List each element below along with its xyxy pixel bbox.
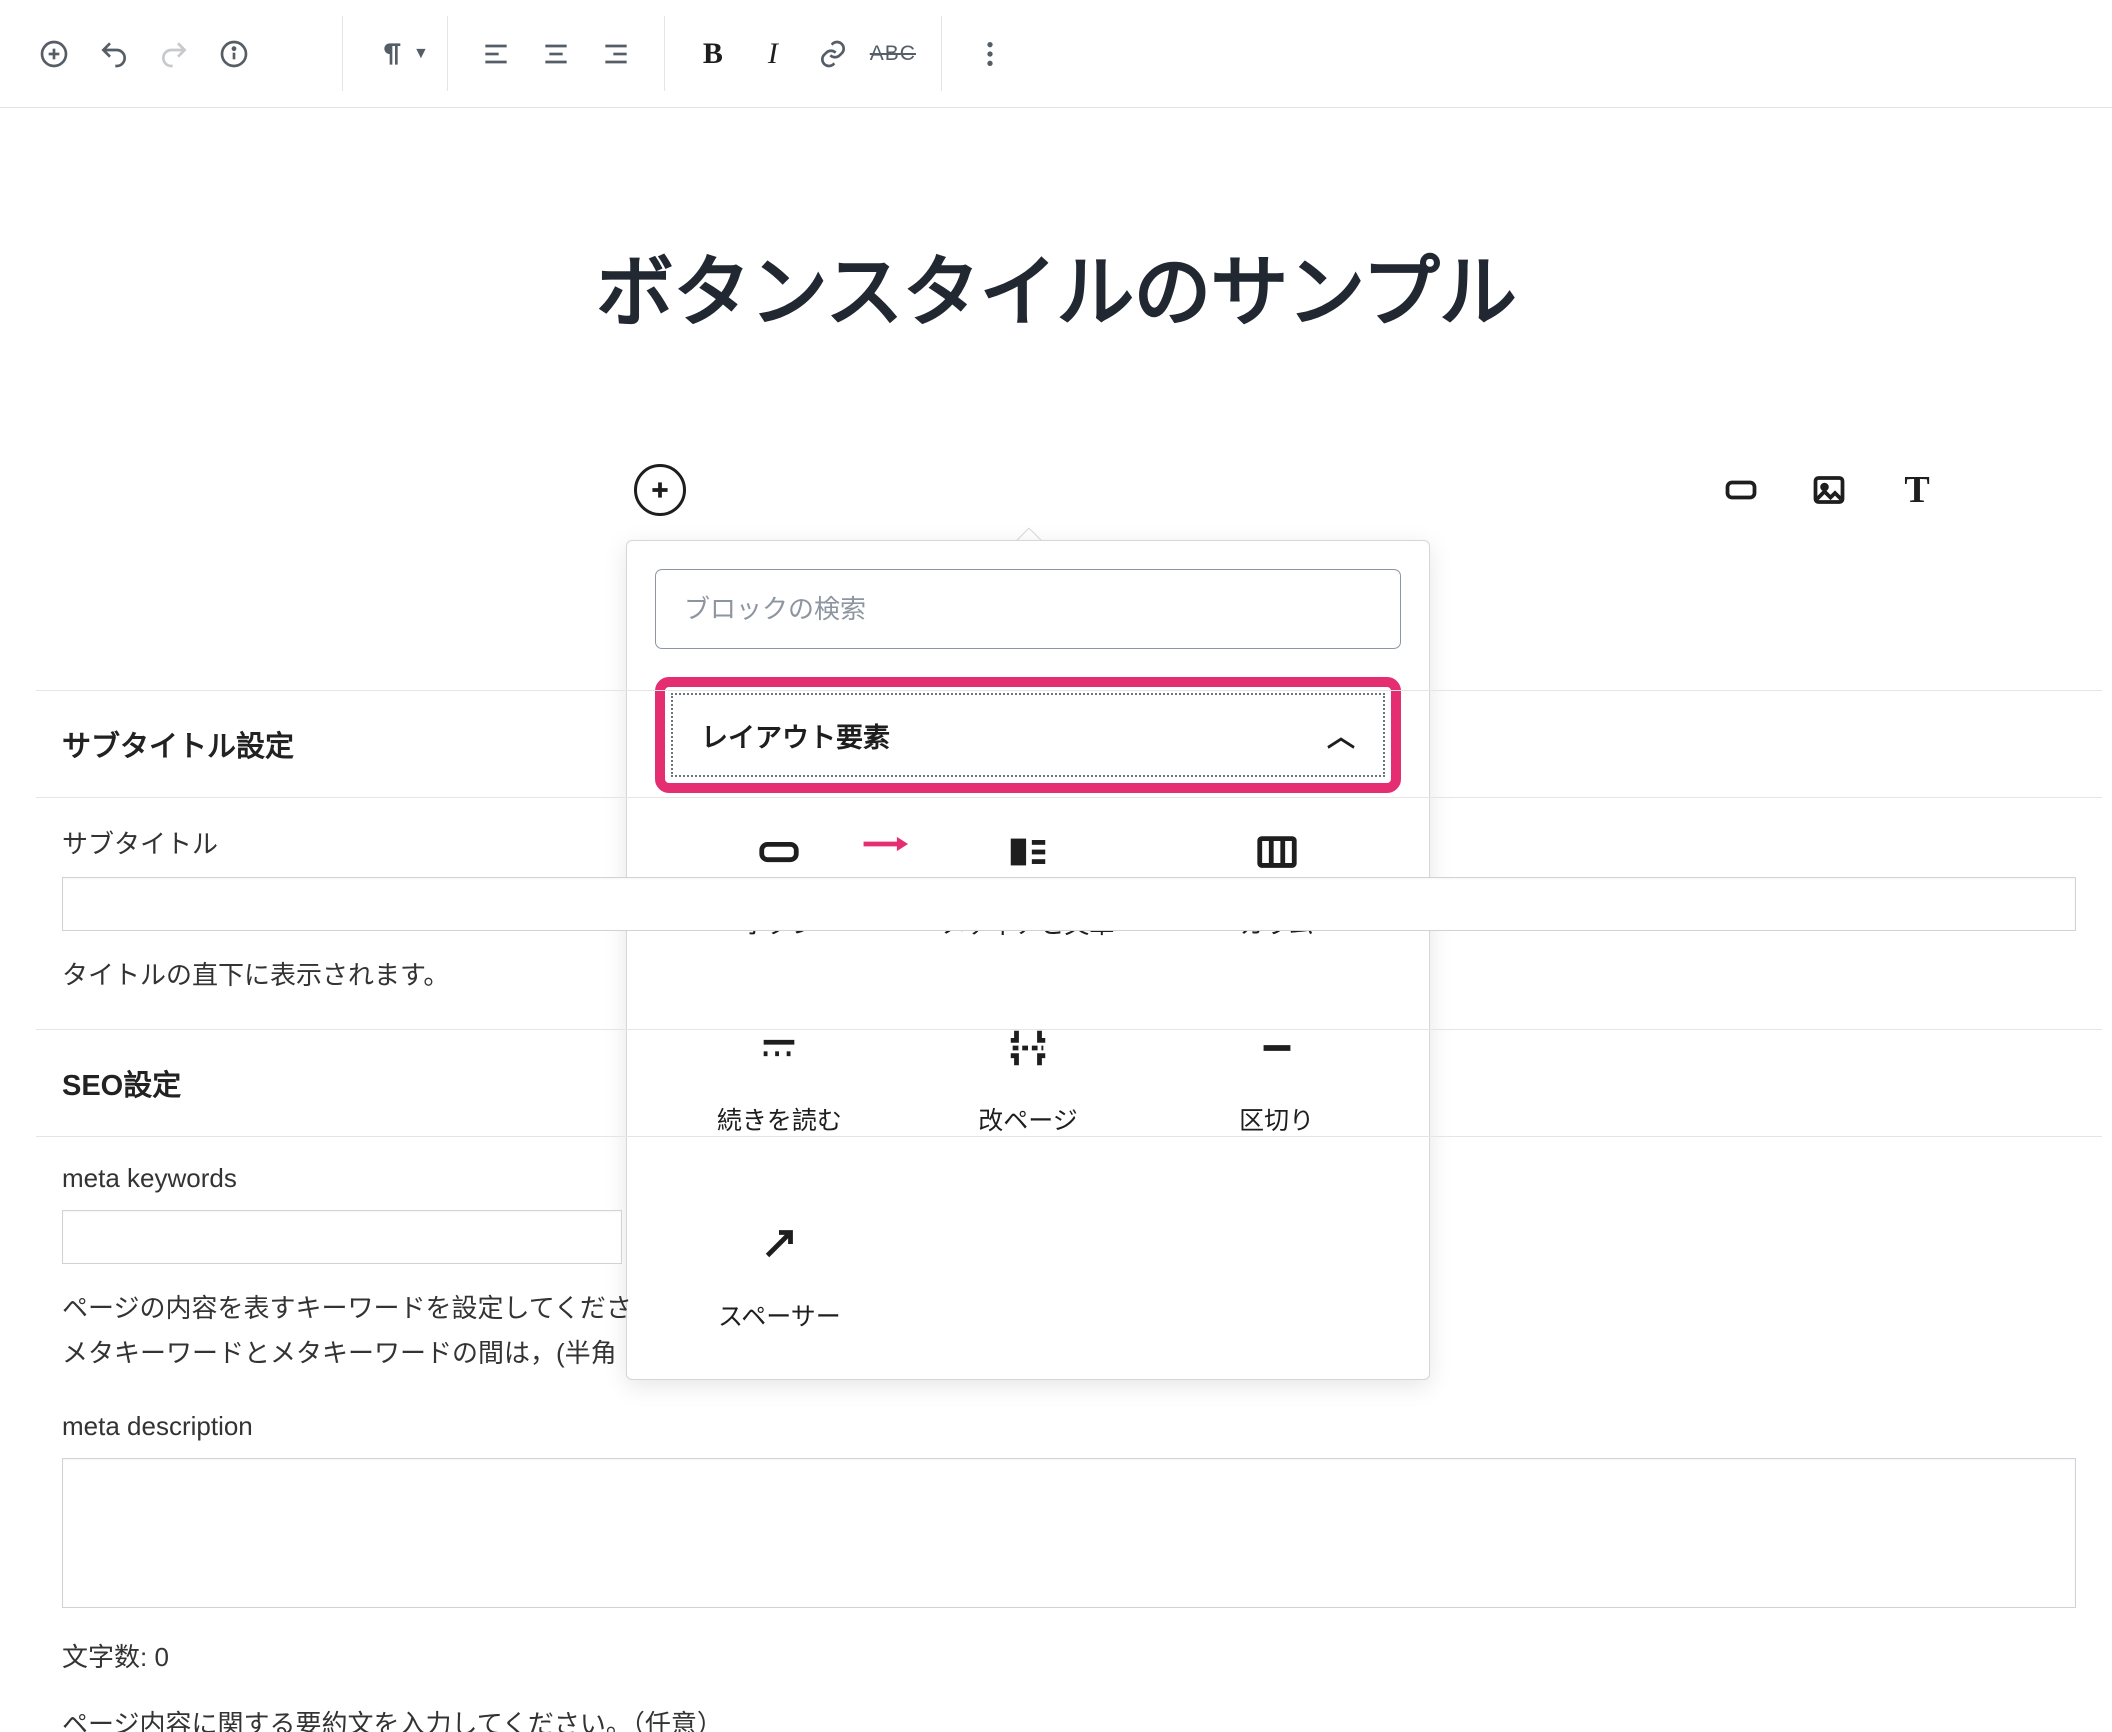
seo-section-heading: SEO設定 bbox=[36, 1029, 2102, 1137]
inline-add-block-button[interactable] bbox=[634, 464, 686, 516]
add-block-button[interactable] bbox=[24, 24, 84, 84]
bold-button[interactable]: B bbox=[683, 24, 743, 84]
shortcut-image-icon[interactable] bbox=[1804, 465, 1854, 515]
subtitle-section-heading: サブタイトル設定 bbox=[36, 690, 2102, 798]
meta-keywords-hint1: ページの内容を表すキーワードを設定してくださ bbox=[36, 1264, 2102, 1332]
popover-arrow bbox=[1014, 526, 1042, 540]
subtitle-label: サブタイトル bbox=[62, 824, 2076, 861]
shortcut-text-icon[interactable]: T bbox=[1892, 465, 1942, 515]
meta-description-hint1: ページ内容に関する要約文を入力してください。（任意） bbox=[36, 1680, 2102, 1732]
shortcut-block-icon[interactable] bbox=[1716, 465, 1766, 515]
align-left-button[interactable] bbox=[466, 24, 526, 84]
info-button[interactable] bbox=[204, 24, 264, 84]
page-title[interactable]: ボタンスタイルのサンプル bbox=[0, 230, 2112, 342]
meta-keywords-input[interactable] bbox=[62, 1210, 622, 1264]
subtitle-hint: タイトルの直下に表示されます。 bbox=[36, 931, 2102, 999]
paragraph-button[interactable] bbox=[361, 24, 421, 84]
outline-button[interactable] bbox=[264, 24, 324, 84]
redo-button[interactable] bbox=[144, 24, 204, 84]
italic-button[interactable]: I bbox=[743, 24, 803, 84]
align-right-button[interactable] bbox=[586, 24, 646, 84]
subtitle-input[interactable] bbox=[62, 877, 2076, 931]
align-center-button[interactable] bbox=[526, 24, 586, 84]
meta-description-label: meta description bbox=[62, 1411, 2076, 1442]
more-options-button[interactable] bbox=[960, 24, 1020, 84]
undo-button[interactable] bbox=[84, 24, 144, 84]
meta-keywords-label: meta keywords bbox=[62, 1163, 2076, 1194]
link-button[interactable] bbox=[803, 24, 863, 84]
char-count: 文字数: 0 bbox=[36, 1613, 2102, 1681]
editor-toolbar: ▼ B I ABC bbox=[0, 0, 2112, 108]
search-input[interactable] bbox=[655, 569, 1401, 649]
strikethrough-button[interactable]: ABC bbox=[863, 24, 923, 84]
meta-keywords-hint2: メタキーワードとメタキーワードの間は，(半角 bbox=[36, 1331, 2102, 1377]
chevron-down-icon: ▼ bbox=[413, 45, 429, 63]
meta-description-input[interactable] bbox=[62, 1458, 2076, 1608]
